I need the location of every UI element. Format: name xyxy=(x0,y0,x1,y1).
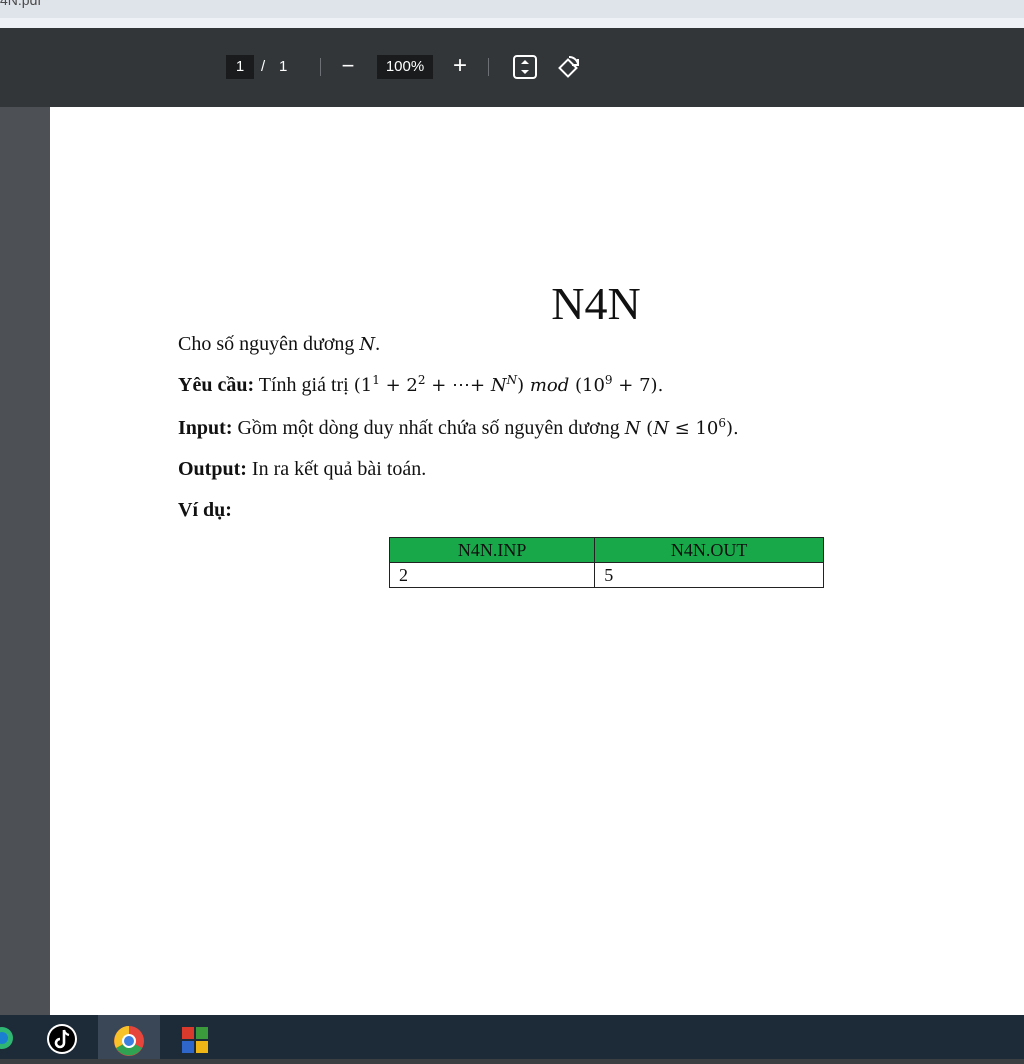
requirement-paragraph: Yêu cầu: Tính giá trị (11 + 22 + ⋯+ NN) … xyxy=(178,374,663,397)
zoom-out-button[interactable]: − xyxy=(337,55,359,79)
document-title: N4N xyxy=(551,278,641,329)
chrome-icon[interactable] xyxy=(98,1015,160,1059)
sample-table: N4N.INP N4N.OUT 2 5 xyxy=(388,537,824,588)
rotate-icon[interactable] xyxy=(555,54,581,80)
viewer-left-gutter xyxy=(0,107,50,1015)
intro-paragraph: Cho số nguyên dương N. xyxy=(178,333,380,356)
tab-gap xyxy=(0,18,1024,28)
input-constraint: N (N ≤ 106). xyxy=(624,416,739,439)
input-text: Gồm một dòng duy nhất chứa số nguyên dươ… xyxy=(237,417,620,439)
table-header: N4N.INP xyxy=(388,537,596,563)
intro-variable: N xyxy=(359,334,376,355)
output-paragraph: Output: In ra kết quả bài toán. xyxy=(178,458,426,481)
toolbar-divider xyxy=(320,58,321,76)
table-cell: 2 xyxy=(388,562,596,588)
example-paragraph: Ví dụ: xyxy=(178,499,232,522)
requirement-text: Tính giá trị xyxy=(258,374,349,396)
requirement-label: Yêu cầu: xyxy=(178,374,255,396)
edge-icon[interactable] xyxy=(0,1015,20,1059)
zoom-level-input[interactable]: 100% xyxy=(377,55,433,79)
intro-period: . xyxy=(375,333,381,355)
toolbar-divider xyxy=(488,58,489,76)
table-header-row: N4N.INP N4N.OUT xyxy=(388,537,824,563)
fit-page-icon[interactable] xyxy=(512,54,538,80)
input-paragraph: Input: Gồm một dòng duy nhất chứa số ngu… xyxy=(178,417,739,440)
output-text: In ra kết quả bài toán. xyxy=(251,458,427,480)
table-row: 2 5 xyxy=(388,562,824,588)
app-grid-icon[interactable] xyxy=(178,1015,214,1059)
output-label: Output: xyxy=(178,458,247,480)
browser-tab-strip: 4N.pdf xyxy=(0,0,1024,18)
pdf-page: N4N Cho số nguyên dương N. Yêu cầu: Tính… xyxy=(50,107,1024,1015)
input-label: Input: xyxy=(178,417,233,439)
taskbar xyxy=(0,1015,1024,1059)
total-pages: 1 xyxy=(279,58,288,75)
tab-title[interactable]: 4N.pdf xyxy=(0,0,41,8)
zoom-in-button[interactable]: + xyxy=(449,53,471,79)
page-separator: / xyxy=(261,58,266,75)
tiktok-icon[interactable] xyxy=(44,1015,80,1059)
table-header: N4N.OUT xyxy=(594,537,824,563)
intro-text: Cho số nguyên dương xyxy=(178,333,355,355)
table-cell: 5 xyxy=(594,562,824,588)
requirement-formula: (11 + 22 + ⋯+ NN) mod (109 + 7). xyxy=(353,373,664,396)
example-label: Ví dụ: xyxy=(178,499,232,521)
page-number-input[interactable]: 1 xyxy=(226,55,254,79)
